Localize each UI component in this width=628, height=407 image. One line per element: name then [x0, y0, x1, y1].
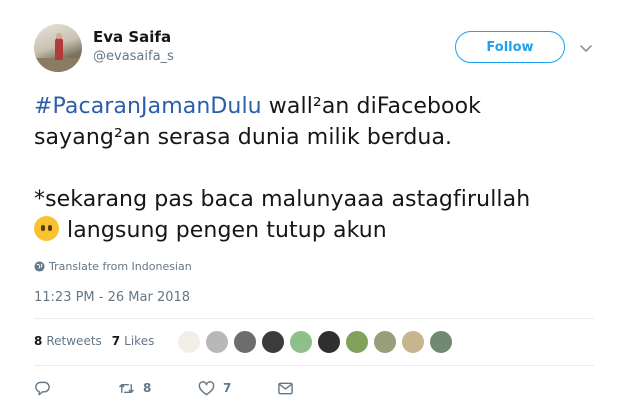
author-avatar[interactable]	[34, 24, 82, 72]
heart-icon	[198, 380, 215, 395]
likes-count: 7	[111, 334, 121, 348]
author-display-name[interactable]: Eva Saifa	[93, 28, 171, 46]
retweets-count: 8	[34, 334, 43, 348]
liker-avatar[interactable]	[345, 330, 369, 354]
liker-avatars	[177, 330, 457, 354]
globe-icon	[34, 261, 45, 272]
tweet-line-1: #PacaranJamanDulu wall²an diFacebook	[34, 91, 594, 122]
tweet-line-4-text: langsung pengen tutup akun	[67, 218, 387, 243]
retweets-label: Retweets	[46, 334, 102, 348]
likes-stat[interactable]: 7 Likes	[112, 334, 155, 348]
retweet-count: 8	[143, 381, 152, 395]
tweet-line-4: langsung pengen tutup akun	[34, 215, 594, 246]
translate-link[interactable]: Translate from Indonesian	[34, 260, 192, 273]
translate-label: Translate from Indonesian	[49, 260, 192, 273]
engagement-stats: 8 Retweets 7 Likes	[34, 334, 164, 348]
avatar-figure-head	[56, 33, 62, 39]
author-handle[interactable]: @evasaifa_s	[93, 49, 174, 64]
divider	[34, 365, 594, 366]
liker-avatar[interactable]	[177, 330, 201, 354]
liker-avatar[interactable]	[289, 330, 313, 354]
reply-button[interactable]	[34, 380, 59, 397]
liker-avatar[interactable]	[429, 330, 453, 354]
avatar-figure	[55, 38, 63, 60]
liker-avatar[interactable]	[373, 330, 397, 354]
follow-button[interactable]: Follow	[455, 31, 565, 63]
retweets-stat[interactable]: 8 Retweets	[34, 334, 102, 348]
retweet-button[interactable]: 8	[118, 380, 151, 397]
likes-label: Likes	[124, 334, 155, 348]
tweet-line-3: *sekarang pas baca malunyaaa astagfirull…	[34, 187, 531, 212]
liker-avatar[interactable]	[261, 330, 285, 354]
liker-avatar[interactable]	[205, 330, 229, 354]
liker-avatar[interactable]	[401, 330, 425, 354]
direct-message-button[interactable]	[277, 380, 294, 397]
tweet-timestamp[interactable]: 11:23 PM - 26 Mar 2018	[34, 290, 190, 305]
divider	[34, 318, 594, 319]
liker-avatar[interactable]	[233, 330, 257, 354]
tweet-text: #PacaranJamanDulu wall²an diFacebook say…	[34, 91, 594, 246]
reply-icon	[35, 381, 50, 395]
like-count: 7	[223, 381, 232, 395]
no-mouth-face-emoji-icon	[34, 216, 59, 241]
liker-avatar[interactable]	[317, 330, 341, 354]
envelope-icon	[278, 382, 293, 394]
chevron-down-icon[interactable]	[579, 41, 593, 55]
avatar-ground	[34, 58, 82, 72]
like-button[interactable]: 7	[198, 380, 231, 397]
tweet-line-2: sayang²an serasa dunia milik berdua.	[34, 125, 453, 150]
tweet-line-1-text: wall²an diFacebook	[261, 94, 481, 119]
retweet-icon	[119, 383, 134, 393]
hashtag-link[interactable]: #PacaranJamanDulu	[34, 94, 262, 119]
